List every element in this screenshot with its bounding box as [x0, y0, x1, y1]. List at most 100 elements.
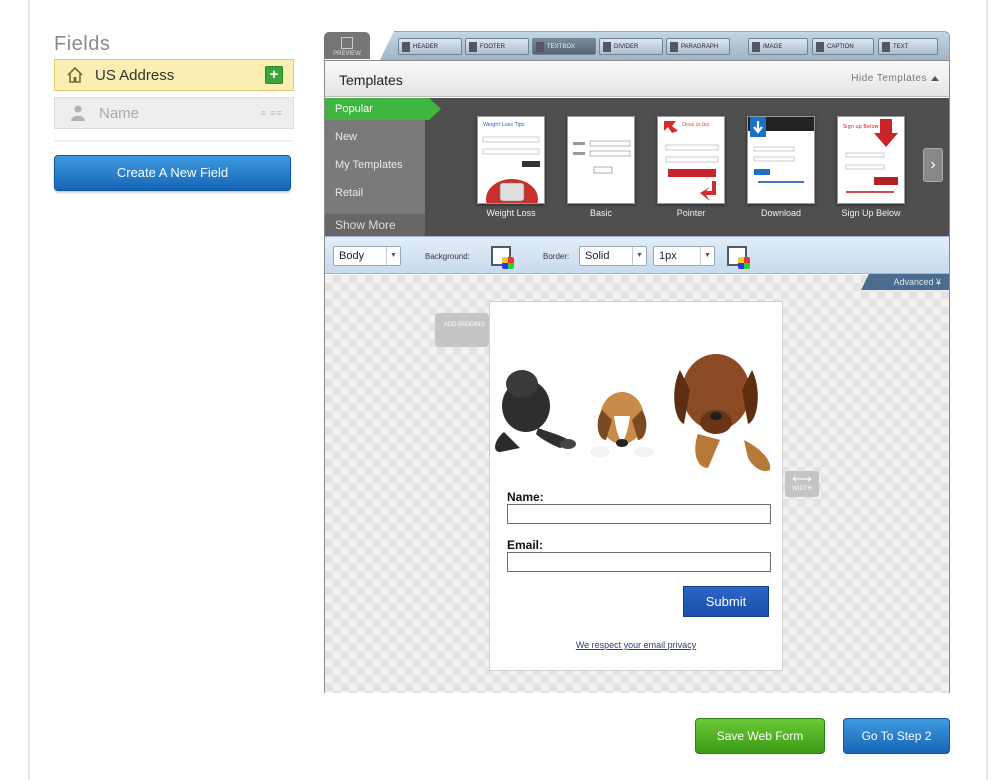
toolbar-footer-label: FOOTER: [480, 43, 505, 50]
field-label-name: Name: [99, 104, 140, 122]
category-my-templates[interactable]: My Templates: [325, 154, 425, 176]
page-frame-left: [28, 0, 30, 780]
toolbar-header-label: HEADER: [413, 43, 439, 50]
caption-icon: [816, 41, 824, 52]
template-label-sign-up-below: Sign Up Below: [841, 208, 901, 218]
border-style-value: Solid: [585, 250, 610, 262]
image-icon: [752, 41, 760, 52]
toolbar-image-button[interactable]: IMAGE: [748, 38, 808, 55]
privacy-link[interactable]: We respect your email privacy: [490, 640, 782, 650]
add-icon[interactable]: +: [265, 66, 283, 84]
template-thumb-download[interactable]: [747, 116, 815, 204]
toolbar-divider-button[interactable]: DIVIDER: [599, 38, 663, 55]
resize-arrows-icon: [792, 476, 812, 482]
padding-handle[interactable]: ADD PADDING: [435, 313, 489, 347]
email-input[interactable]: [507, 552, 771, 572]
background-color-picker[interactable]: [491, 246, 514, 269]
svg-text:Check Us Out: Check Us Out: [682, 122, 710, 127]
background-label: Background:: [425, 252, 470, 261]
toolbar-text-label: TEXT: [893, 43, 909, 50]
border-style-select[interactable]: Solid ▼: [579, 246, 647, 266]
category-retail[interactable]: Retail: [325, 182, 425, 204]
style-toolbar: Body ▼ Background: Border: Solid ▼ 1px ▼: [325, 236, 949, 274]
category-popular[interactable]: Popular: [325, 98, 441, 120]
templates-header: Templates Hide Templates: [325, 61, 949, 97]
field-item-us-address[interactable]: US Address +: [54, 59, 294, 91]
dogs-header-image: [495, 354, 771, 472]
create-new-field-button[interactable]: Create A New Field: [54, 155, 291, 191]
toolbar-paragraph-button[interactable]: PARAGRAPH: [666, 38, 730, 55]
border-width-select[interactable]: 1px ▼: [653, 246, 715, 266]
form-editor: Templates Hide Templates Popular New My …: [324, 60, 950, 693]
toolbar-divider-label: DIVIDER: [614, 43, 639, 50]
template-label-pointer: Pointer: [676, 208, 706, 218]
template-thumb-pointer[interactable]: Check Us Out: [657, 116, 725, 204]
advanced-label: Advanced: [893, 277, 934, 287]
template-label-basic: Basic: [589, 208, 612, 218]
form-canvas: ADD PADDING WIDTH Name: Email: Submit We…: [325, 275, 949, 693]
toolbar-footer-button[interactable]: FOOTER: [465, 38, 529, 55]
save-web-form-button[interactable]: Save Web Form: [695, 718, 825, 754]
textbox-icon: [536, 41, 544, 52]
element-select-value: Body: [339, 250, 365, 262]
page-frame-right: [986, 0, 988, 780]
name-label: Name:: [507, 490, 544, 504]
border-label: Border:: [543, 252, 570, 261]
chevron-down-icon: ▼: [700, 247, 714, 265]
preview-tab[interactable]: PREVIEW: [324, 32, 370, 59]
hide-templates-label: Hide Templates: [851, 73, 927, 84]
field-label-us-address: US Address: [95, 66, 175, 84]
fields-panel-title: Fields: [54, 33, 111, 55]
form-preview: Name: Email: Submit We respect your emai…: [489, 301, 783, 671]
toolbar-paragraph-label: PARAGRAPH: [681, 43, 719, 50]
fields-divider: [54, 140, 294, 142]
show-more-link[interactable]: Show More: [325, 214, 425, 236]
element-select[interactable]: Body ▼: [333, 246, 401, 266]
name-input[interactable]: [507, 504, 771, 524]
hide-templates-link[interactable]: Hide Templates: [851, 73, 939, 84]
toolbar-image-label: IMAGE: [763, 43, 783, 50]
chevron-down-icon: ▼: [386, 247, 400, 265]
width-handle[interactable]: WIDTH: [785, 471, 819, 497]
divider-icon: [603, 41, 611, 52]
toolbar-text-button[interactable]: TEXT: [878, 38, 938, 55]
svg-text:Weight Loss Tips: Weight Loss Tips: [483, 122, 525, 128]
svg-text:Sign up Below: Sign up Below: [843, 124, 878, 130]
home-icon: [65, 65, 85, 85]
border-width-value: 1px: [659, 250, 677, 262]
template-thumb-basic[interactable]: [567, 116, 635, 204]
person-icon: [69, 104, 87, 122]
drag-handle-icon[interactable]: ≡ ≡≡: [261, 108, 283, 118]
template-thumb-sign-up-below[interactable]: Sign up Below: [837, 116, 905, 204]
template-label-weight-loss: Weight Loss: [486, 208, 536, 218]
template-category-nav: Popular New My Templates Retail Show Mor…: [325, 98, 441, 236]
submit-button[interactable]: Submit: [683, 586, 769, 617]
template-thumb-weight-loss[interactable]: Weight Loss Tips: [477, 116, 545, 204]
text-icon: [882, 41, 890, 52]
preview-tab-label: PREVIEW: [333, 51, 361, 57]
template-label-download: Download: [760, 208, 802, 218]
paragraph-icon: [670, 41, 678, 52]
color-picker-icon: [738, 257, 750, 269]
category-new[interactable]: New: [325, 126, 425, 148]
color-picker-icon: [502, 257, 514, 269]
footer-icon: [469, 41, 477, 52]
templates-title: Templates: [339, 72, 403, 88]
next-templates-chevron-icon[interactable]: ›: [923, 148, 943, 182]
toolbar-textbox-label: TEXTBOX: [547, 43, 576, 50]
toolbar-header-button[interactable]: HEADER: [398, 38, 462, 55]
templates-gallery: Popular New My Templates Retail Show Mor…: [325, 98, 949, 236]
go-to-step-2-button[interactable]: Go To Step 2: [843, 718, 950, 754]
width-handle-label: WIDTH: [792, 486, 812, 492]
toolbar-textbox-button[interactable]: TEXTBOX: [532, 38, 596, 55]
collapse-arrow-icon: [931, 75, 939, 81]
preview-icon: [341, 37, 353, 49]
toolbar-caption-label: CAPTION: [827, 43, 854, 50]
advanced-toggle[interactable]: Advanced ¥: [861, 274, 949, 290]
toolbar-caption-button[interactable]: CAPTION: [812, 38, 874, 55]
field-item-name[interactable]: Name ≡ ≡≡: [54, 97, 294, 129]
header-icon: [402, 41, 410, 52]
email-label: Email:: [507, 538, 544, 552]
chevron-down-icon: ▼: [632, 247, 646, 265]
border-color-picker[interactable]: [727, 246, 750, 269]
